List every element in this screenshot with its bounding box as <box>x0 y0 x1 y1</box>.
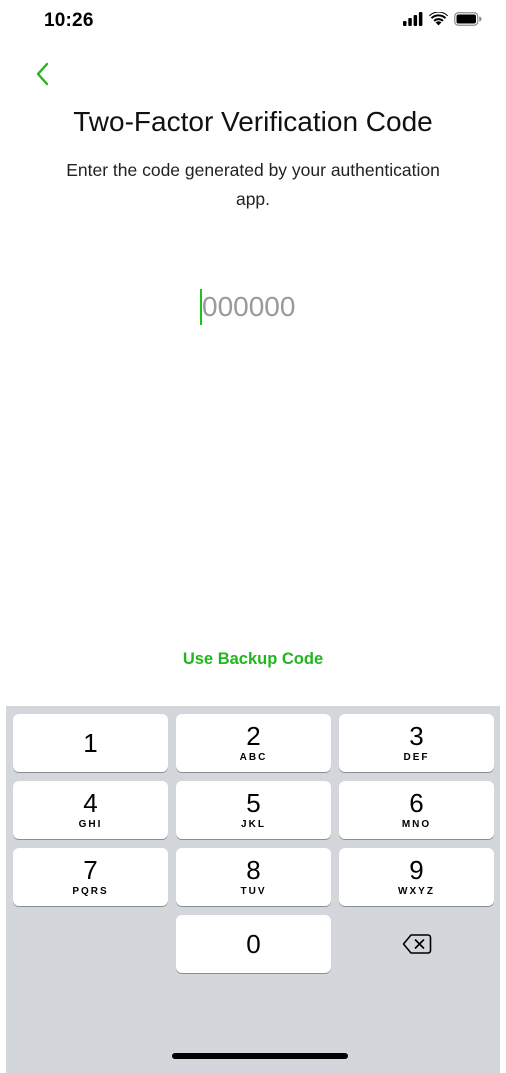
status-time: 10:26 <box>44 10 94 31</box>
key-2[interactable]: 2 ABC <box>176 714 331 772</box>
key-0[interactable]: 0 <box>176 915 331 973</box>
use-backup-code-link[interactable]: Use Backup Code <box>0 650 506 669</box>
status-bar: 10:26 <box>0 0 506 44</box>
key-8[interactable]: 8 TUV <box>176 848 331 906</box>
key-5[interactable]: 5 JKL <box>176 781 331 839</box>
key-digit: 8 <box>246 855 261 885</box>
status-icons <box>403 12 482 26</box>
key-letters: JKL <box>241 819 266 830</box>
home-indicator[interactable] <box>172 1053 348 1059</box>
numeric-keypad: 1 2 ABC 3 DEF 4 GHI 5 JKL 6 MNO 7 PQRS 8… <box>6 706 500 1073</box>
key-letters: GHI <box>78 819 103 830</box>
verification-code-input[interactable] <box>202 291 306 323</box>
battery-icon <box>454 12 482 26</box>
key-1[interactable]: 1 <box>13 714 168 772</box>
key-3[interactable]: 3 DEF <box>339 714 494 772</box>
key-digit: 5 <box>246 788 261 818</box>
key-digit: 6 <box>409 788 424 818</box>
back-button[interactable] <box>28 58 56 90</box>
key-digit: 3 <box>409 721 424 751</box>
key-letters: PQRS <box>72 886 109 897</box>
key-letters: ABC <box>239 752 268 763</box>
key-letters: TUV <box>240 886 267 897</box>
key-4[interactable]: 4 GHI <box>13 781 168 839</box>
key-digit: 9 <box>409 855 424 885</box>
key-digit: 4 <box>83 788 98 818</box>
key-digit: 0 <box>246 929 261 959</box>
page-subtitle: Enter the code generated by your authent… <box>66 160 440 209</box>
key-digit: 7 <box>83 855 98 885</box>
cellular-signal-icon <box>403 12 423 26</box>
screen: 10:26 Two-Factor Verification Code Enter… <box>0 0 506 1073</box>
key-7[interactable]: 7 PQRS <box>13 848 168 906</box>
key-digit: 1 <box>83 728 98 758</box>
key-6[interactable]: 6 MNO <box>339 781 494 839</box>
key-9[interactable]: 9 WXYZ <box>339 848 494 906</box>
code-input-container <box>0 286 506 328</box>
backspace-icon <box>402 934 431 954</box>
key-letters: DEF <box>403 752 430 763</box>
key-digit: 2 <box>246 721 261 751</box>
wifi-icon <box>429 12 448 26</box>
delete-key[interactable] <box>339 915 494 973</box>
page-title: Two-Factor Verification Code <box>73 106 433 137</box>
key-letters: WXYZ <box>398 886 435 897</box>
key-letters: MNO <box>401 819 432 830</box>
chevron-left-icon <box>36 62 49 86</box>
